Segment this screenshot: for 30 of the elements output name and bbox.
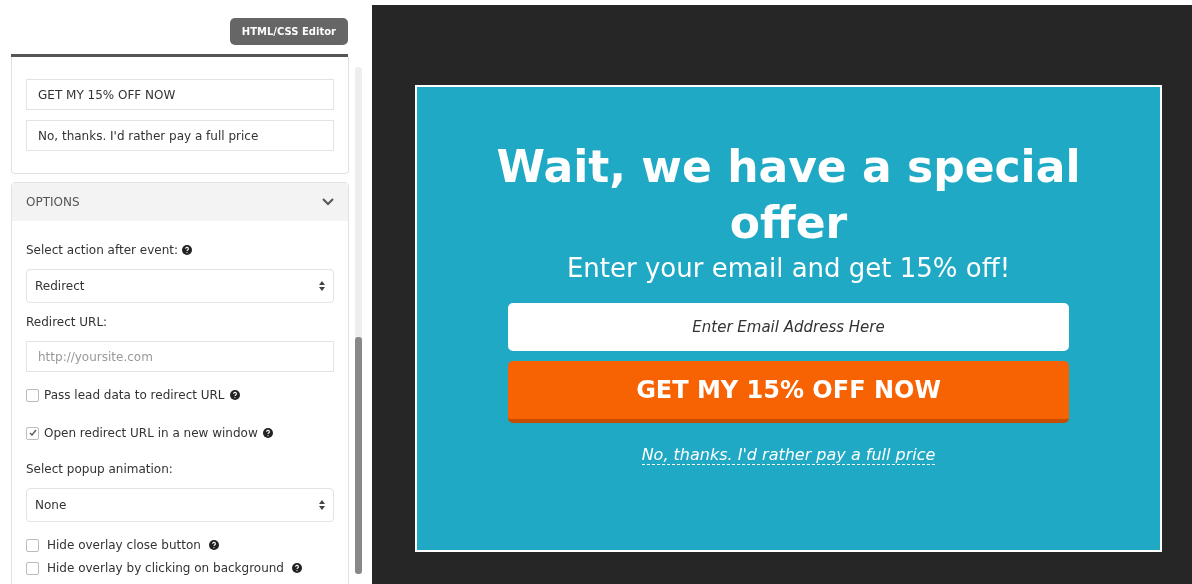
- checkbox[interactable]: [26, 561, 39, 575]
- popup-heading: Wait, we have a special offer: [495, 140, 1082, 250]
- select-dropdown[interactable]: None: [26, 488, 334, 522]
- checkbox-label: Open redirect URL in a new window: [44, 426, 258, 440]
- field-label: Redirect URL:: [26, 315, 108, 329]
- checkbox-label: Hide overlay close button: [47, 538, 201, 552]
- help-icon[interactable]: [208, 540, 219, 550]
- checkbox[interactable]: [26, 426, 39, 440]
- chevron-icon: [322, 198, 334, 206]
- field-label: Select popup animation:: [26, 462, 173, 476]
- help-icon[interactable]: [229, 390, 240, 400]
- options-header[interactable]: OPTIONS: [12, 183, 348, 221]
- help-icon[interactable]: [292, 563, 302, 573]
- field-label: Select action after event:: [26, 243, 178, 257]
- updown-arrows-icon: [319, 500, 325, 510]
- scrollbar-thumb[interactable]: [355, 337, 362, 574]
- checkbox-label: Hide overlay by clicking on background: [47, 561, 284, 575]
- email-field[interactable]: Enter Email Address Here: [508, 303, 1069, 351]
- url-field[interactable]: http://yoursite.com: [26, 341, 334, 372]
- select-dropdown[interactable]: Redirect: [26, 269, 334, 303]
- checkbox[interactable]: [26, 388, 39, 402]
- html-css-editor-button[interactable]: HTML/CSS Editor: [229, 18, 348, 45]
- help-icon[interactable]: [262, 428, 273, 438]
- popup-subheading: Enter your email and get 15% off!: [566, 253, 1011, 283]
- help-icon[interactable]: [182, 245, 192, 255]
- text-field[interactable]: No, thanks. I'd rather pay a full price: [26, 120, 334, 151]
- checkbox[interactable]: [26, 538, 39, 552]
- checkbox-label: Pass lead data to redirect URL: [44, 388, 225, 402]
- updown-arrows-icon: [319, 281, 325, 291]
- text-field[interactable]: GET MY 15% OFF NOW: [26, 79, 334, 110]
